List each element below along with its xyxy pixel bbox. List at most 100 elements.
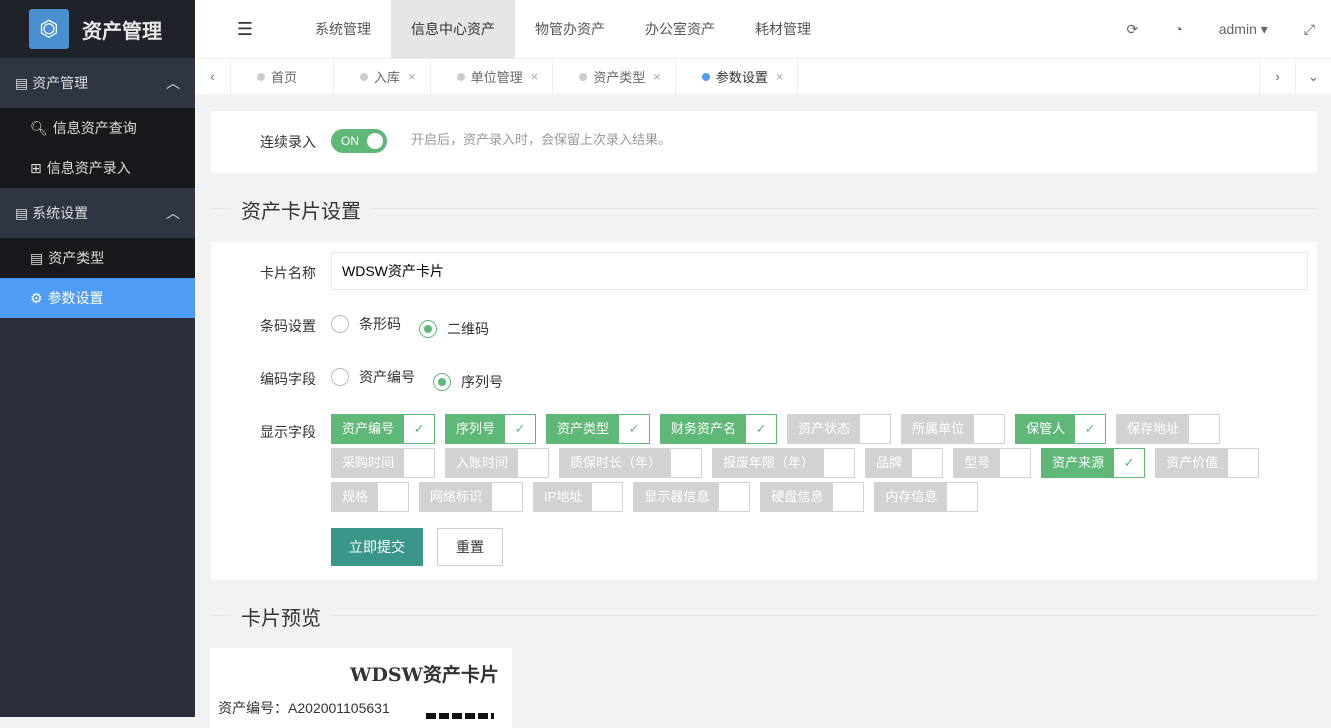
field-label: 资产来源	[1042, 449, 1115, 477]
field-label: 资产类型	[547, 415, 620, 443]
radio-icon	[331, 315, 349, 333]
user-menu[interactable]: admin ▾	[1219, 21, 1268, 38]
field-checkbox[interactable]: 显示器信息 ✓	[633, 482, 751, 512]
tab[interactable]: 首页	[231, 59, 335, 94]
card-icon: ▤	[15, 205, 29, 221]
sidebar-item-label: 参数设置	[47, 290, 104, 306]
field-checkbox[interactable]: 报废年限（年） ✓	[712, 448, 856, 478]
card-icon: ▤	[15, 75, 29, 91]
radio-option[interactable]: 二维码	[419, 319, 489, 339]
field-checkbox[interactable]: 硬盘信息 ✓	[760, 482, 865, 512]
card-preview: WDSW资产卡片 资产编号：A202001105631	[210, 648, 512, 728]
tab[interactable]: 资产类型 ×	[553, 59, 676, 94]
field-checkbox[interactable]: 入账时间 ✓	[445, 448, 550, 478]
field-checkbox[interactable]: IP地址 ✓	[533, 482, 624, 512]
field-checkbox[interactable]: 网络标识 ✓	[419, 482, 524, 512]
continuous-panel: 连续录入 ON 开启后，资产录入时，会保留上次录入结果。	[211, 111, 1317, 173]
radio-option[interactable]: 条形码	[331, 314, 401, 334]
refresh-icon[interactable]: ⟳	[1127, 21, 1139, 38]
field-checkbox[interactable]: 财务资产名 ✓	[660, 414, 778, 444]
check-icon: ✓	[833, 483, 864, 511]
top-nav-item[interactable]: 耗材管理	[735, 0, 831, 58]
logo: ⏣ 资产管理	[0, 0, 195, 58]
fullscreen-icon[interactable]: ⤢	[1304, 21, 1315, 38]
tab[interactable]: 参数设置 ×	[676, 59, 799, 94]
barcode-label: 条码设置	[260, 318, 316, 334]
close-icon[interactable]: ×	[653, 69, 661, 84]
group-label: 系统设置	[32, 205, 89, 221]
check-icon: ✓	[719, 483, 750, 511]
field-checkbox[interactable]: 保管人 ✓	[1015, 414, 1107, 444]
sidebar-item[interactable]: ▤ 资产类型	[0, 238, 195, 278]
top-nav-item[interactable]: 系统管理	[295, 0, 391, 58]
field-checkbox[interactable]: 序列号 ✓	[445, 414, 537, 444]
field-checkbox[interactable]: 资产类型 ✓	[546, 414, 651, 444]
radio-label: 资产编号	[359, 369, 415, 385]
tab-dot-icon	[579, 72, 588, 81]
field-checkbox[interactable]: 资产状态 ✓	[787, 414, 892, 444]
card-name-input[interactable]	[331, 252, 1308, 290]
menu-toggle-icon[interactable]: ☰	[195, 19, 295, 40]
user-name: admin	[1218, 20, 1257, 37]
top-nav-item[interactable]: 物管办资产	[515, 0, 625, 58]
close-icon[interactable]: ×	[531, 69, 539, 84]
sidebar-item[interactable]: ⊞ 信息资产录入	[0, 148, 195, 188]
check-icon: ✓	[860, 415, 891, 443]
dashboard-icon[interactable]: ◔	[1174, 21, 1182, 37]
sidebar-item[interactable]: 🔍︎ 信息资产查询	[0, 108, 195, 148]
field-checkbox[interactable]: 采购时间 ✓	[331, 448, 436, 478]
sidebar-group[interactable]: ▤ 系统设置 ︿	[0, 188, 195, 238]
field-checkbox[interactable]: 资产价值 ✓	[1155, 448, 1260, 478]
search-icon: 🔍︎	[30, 119, 48, 136]
heading-text: 资产卡片设置	[231, 195, 371, 224]
field-checkbox[interactable]: 资产来源 ✓	[1041, 448, 1146, 478]
field-label: 入账时间	[446, 449, 519, 477]
field-checkbox[interactable]: 型号 ✓	[953, 448, 1032, 478]
field-checkbox[interactable]: 内存信息 ✓	[874, 482, 979, 512]
preview-heading: 卡片预览	[211, 602, 1317, 631]
check-icon: ✓	[592, 483, 623, 511]
close-icon[interactable]: ×	[776, 69, 784, 84]
top-nav-item[interactable]: 办公室资产	[625, 0, 735, 58]
check-icon: ✓	[1075, 415, 1106, 443]
chevron-up-icon: ︿	[166, 75, 180, 91]
tab-label: 单位管理	[470, 70, 523, 85]
check-icon: ✓	[404, 449, 435, 477]
tabs-right-icon[interactable]: ›	[1259, 59, 1295, 94]
field-checkbox[interactable]: 质保时长（年） ✓	[559, 448, 703, 478]
tab[interactable]: 入库 ×	[334, 59, 431, 94]
top-nav-item[interactable]: 信息中心资产	[391, 0, 515, 58]
continuous-toggle[interactable]: ON	[331, 129, 387, 153]
field-checkbox[interactable]: 规格 ✓	[331, 482, 410, 512]
preview-card-title: WDSW资产卡片	[350, 664, 499, 686]
close-icon[interactable]: ×	[408, 69, 416, 84]
sidebar-submenu: 🔍︎ 信息资产查询 ⊞ 信息资产录入	[0, 108, 195, 188]
radio-option[interactable]: 序列号	[433, 372, 503, 392]
toggle-text: ON	[341, 134, 359, 148]
field-label: 资产价值	[1156, 449, 1229, 477]
field-label: 采购时间	[332, 449, 405, 477]
check-icon: ✓	[1228, 449, 1259, 477]
field-checkbox[interactable]: 所属单位 ✓	[901, 414, 1006, 444]
tabs-left-icon[interactable]: ‹	[195, 59, 231, 94]
radio-option[interactable]: 资产编号	[331, 367, 415, 387]
field-checkbox[interactable]: 品牌 ✓	[865, 448, 944, 478]
logo-icon: ⏣	[29, 9, 69, 49]
submit-button[interactable]: 立即提交	[331, 528, 423, 566]
tab[interactable]: 单位管理 ×	[431, 59, 554, 94]
sidebar-group[interactable]: ▤ 资产管理 ︿	[0, 58, 195, 108]
field-label: 财务资产名	[661, 415, 747, 443]
reset-button[interactable]: 重置	[437, 528, 503, 566]
radio-label: 条形码	[359, 316, 401, 332]
tab-label: 入库	[374, 70, 401, 85]
check-icon: ✓	[505, 415, 536, 443]
tabs-dropdown-icon[interactable]: ⌄	[1295, 59, 1331, 94]
field-checkbox[interactable]: 资产编号 ✓	[331, 414, 436, 444]
sidebar-item[interactable]: ⚙ 参数设置	[0, 278, 195, 318]
field-checkbox[interactable]: 保存地址 ✓	[1116, 414, 1221, 444]
sidebar-item-label: 资产类型	[48, 250, 105, 266]
check-icon: ✓	[974, 415, 1005, 443]
field-label: 报废年限（年）	[713, 449, 825, 477]
field-label: 保存地址	[1117, 415, 1190, 443]
tab-label: 首页	[271, 70, 298, 85]
